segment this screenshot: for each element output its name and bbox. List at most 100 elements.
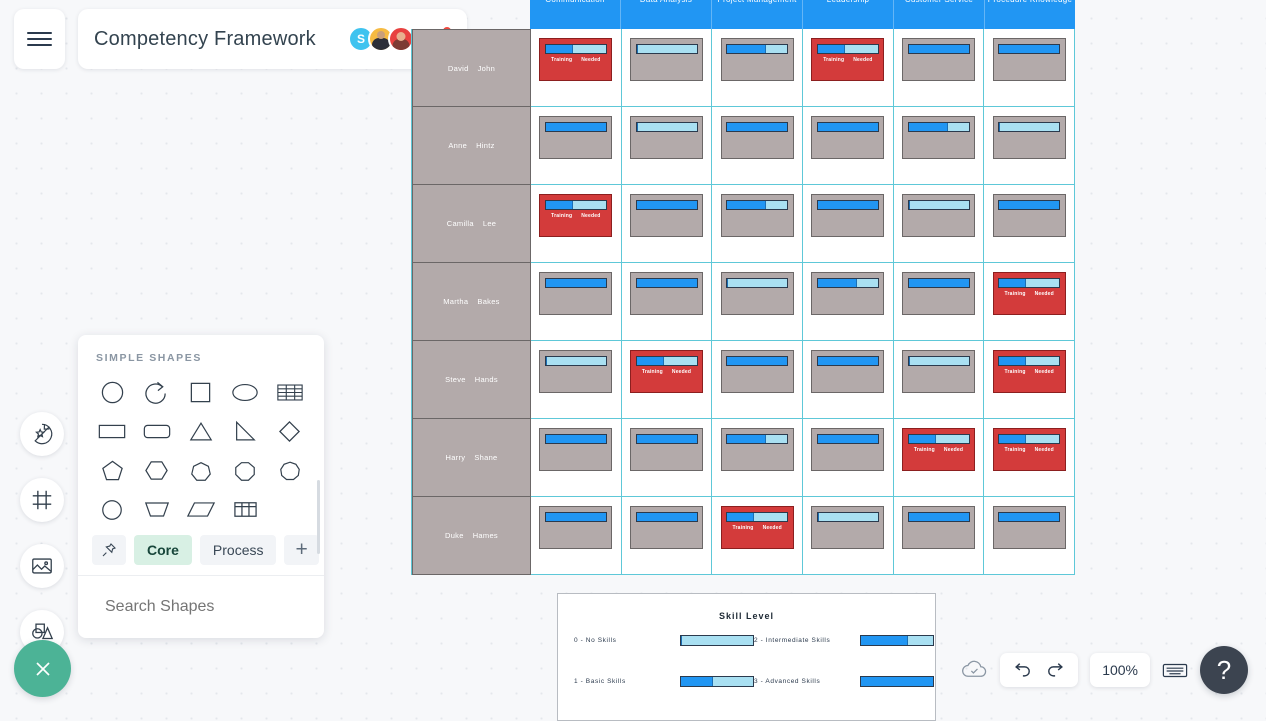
tool-rail[interactable] — [20, 412, 64, 654]
skill-card-alert[interactable]: Training Needed — [992, 428, 1066, 471]
skill-card[interactable] — [720, 272, 794, 315]
kebab-menu-icon[interactable] — [323, 595, 324, 620]
matrix-cell[interactable]: Training Needed — [984, 263, 1076, 341]
shape-triangle[interactable] — [179, 412, 223, 451]
matrix-cell[interactable] — [712, 341, 804, 419]
matrix-cell[interactable] — [621, 29, 713, 107]
skill-card[interactable] — [902, 38, 976, 81]
tab-pinned[interactable] — [92, 535, 126, 565]
skill-card[interactable] — [720, 350, 794, 393]
shape-rounded-rectangle[interactable] — [134, 412, 178, 451]
skill-card[interactable] — [811, 428, 885, 471]
matrix-cell[interactable] — [712, 29, 804, 107]
table-row[interactable]: David John Training Needed Training Needed — [412, 29, 1076, 107]
matrix-cell[interactable] — [893, 107, 985, 185]
matrix-cell[interactable]: Training Needed — [984, 419, 1076, 497]
matrix-cell[interactable] — [621, 419, 713, 497]
matrix-cell[interactable]: Training Needed — [893, 419, 985, 497]
close-panel-button[interactable] — [14, 640, 71, 697]
shape-circle[interactable] — [90, 373, 134, 412]
shape-hexagon[interactable] — [134, 451, 178, 490]
shape-search-row[interactable] — [78, 575, 324, 638]
skill-card[interactable] — [811, 506, 885, 549]
skill-card[interactable] — [992, 506, 1066, 549]
hamburger-menu-button[interactable] — [14, 9, 65, 69]
matrix-cell[interactable] — [531, 107, 622, 185]
matrix-cell[interactable] — [893, 185, 985, 263]
matrix-cell[interactable] — [712, 419, 804, 497]
skill-card[interactable] — [720, 428, 794, 471]
frame-tool[interactable] — [20, 478, 64, 522]
skill-card[interactable] — [630, 38, 703, 81]
skill-card[interactable] — [539, 350, 613, 393]
skill-card-alert[interactable]: Training Needed — [992, 350, 1066, 393]
undo-icon[interactable] — [1012, 661, 1032, 679]
shape-arc-arrow[interactable] — [134, 373, 178, 412]
undo-redo-group[interactable] — [1000, 653, 1079, 687]
skill-card[interactable] — [720, 194, 794, 237]
tab-process[interactable]: Process — [199, 535, 277, 565]
shape-square[interactable] — [179, 373, 223, 412]
table-row[interactable]: Martha Bakes Training Needed — [412, 263, 1076, 341]
bottom-toolbar[interactable]: 100% ? — [961, 646, 1248, 694]
matrix-cell[interactable]: Training Needed — [984, 341, 1076, 419]
skill-card[interactable] — [992, 38, 1066, 81]
skill-card[interactable] — [539, 272, 613, 315]
zoom-level-button[interactable]: 100% — [1090, 653, 1150, 687]
skill-card-alert[interactable]: Training Needed — [811, 38, 885, 81]
whiteboard-canvas[interactable]: Competency Framework S Communication Dat… — [0, 0, 1266, 721]
shape-diamond[interactable] — [268, 412, 312, 451]
shapes-panel[interactable]: SIMPLE SHAPES Core Process + Search Shap… — [78, 335, 324, 638]
skill-card[interactable] — [992, 194, 1066, 237]
skill-card-alert[interactable]: Training Needed — [539, 38, 613, 81]
skill-card[interactable] — [630, 194, 703, 237]
shape-pentagon[interactable] — [90, 451, 134, 490]
skill-card[interactable] — [902, 194, 976, 237]
skill-card[interactable] — [630, 116, 703, 159]
matrix-cell[interactable] — [803, 263, 894, 341]
skill-card[interactable] — [539, 506, 613, 549]
matrix-cell[interactable] — [712, 185, 804, 263]
shape-heptagon[interactable] — [179, 451, 223, 490]
skill-card-alert[interactable]: Training Needed — [720, 506, 794, 549]
matrix-cell[interactable] — [893, 341, 985, 419]
skill-card[interactable] — [539, 428, 613, 471]
matrix-cell[interactable] — [984, 185, 1076, 263]
skill-card[interactable] — [902, 506, 976, 549]
matrix-cell[interactable] — [803, 107, 894, 185]
tab-core[interactable]: Core — [134, 535, 192, 565]
skill-card[interactable] — [992, 116, 1066, 159]
matrix-cell[interactable] — [984, 107, 1076, 185]
matrix-cell[interactable] — [984, 497, 1076, 575]
shape-right-triangle[interactable] — [223, 412, 267, 451]
matrix-cell[interactable] — [531, 341, 622, 419]
matrix-cell[interactable] — [621, 107, 713, 185]
table-row[interactable]: Anne Hintz — [412, 107, 1076, 185]
skill-card[interactable] — [902, 116, 976, 159]
matrix-cell[interactable] — [984, 29, 1076, 107]
matrix-cell[interactable] — [893, 497, 985, 575]
skill-card[interactable] — [630, 506, 703, 549]
shape-table-lines[interactable] — [268, 373, 312, 412]
matrix-cell[interactable] — [531, 419, 622, 497]
keyboard-shortcuts-button[interactable] — [1162, 661, 1188, 680]
matrix-cell[interactable] — [621, 263, 713, 341]
table-row[interactable]: Duke Hames Training Needed — [412, 497, 1076, 575]
matrix-cell[interactable]: Training Needed — [803, 29, 894, 107]
matrix-cell[interactable] — [803, 185, 894, 263]
skill-card[interactable] — [720, 116, 794, 159]
skill-card[interactable] — [902, 272, 976, 315]
matrix-cell[interactable] — [803, 419, 894, 497]
shape-decagon[interactable] — [90, 490, 134, 529]
skill-card[interactable] — [539, 116, 613, 159]
matrix-cell[interactable] — [893, 29, 985, 107]
skill-card[interactable] — [811, 194, 885, 237]
skill-card[interactable] — [902, 350, 976, 393]
matrix-cell[interactable] — [803, 497, 894, 575]
shape-category-tabs[interactable]: Core Process + — [78, 529, 324, 575]
matrix-cell[interactable]: Training Needed — [531, 185, 622, 263]
matrix-cell[interactable] — [712, 107, 804, 185]
skill-card[interactable] — [811, 116, 885, 159]
add-category-button[interactable]: + — [284, 535, 319, 565]
skill-card[interactable] — [811, 350, 885, 393]
